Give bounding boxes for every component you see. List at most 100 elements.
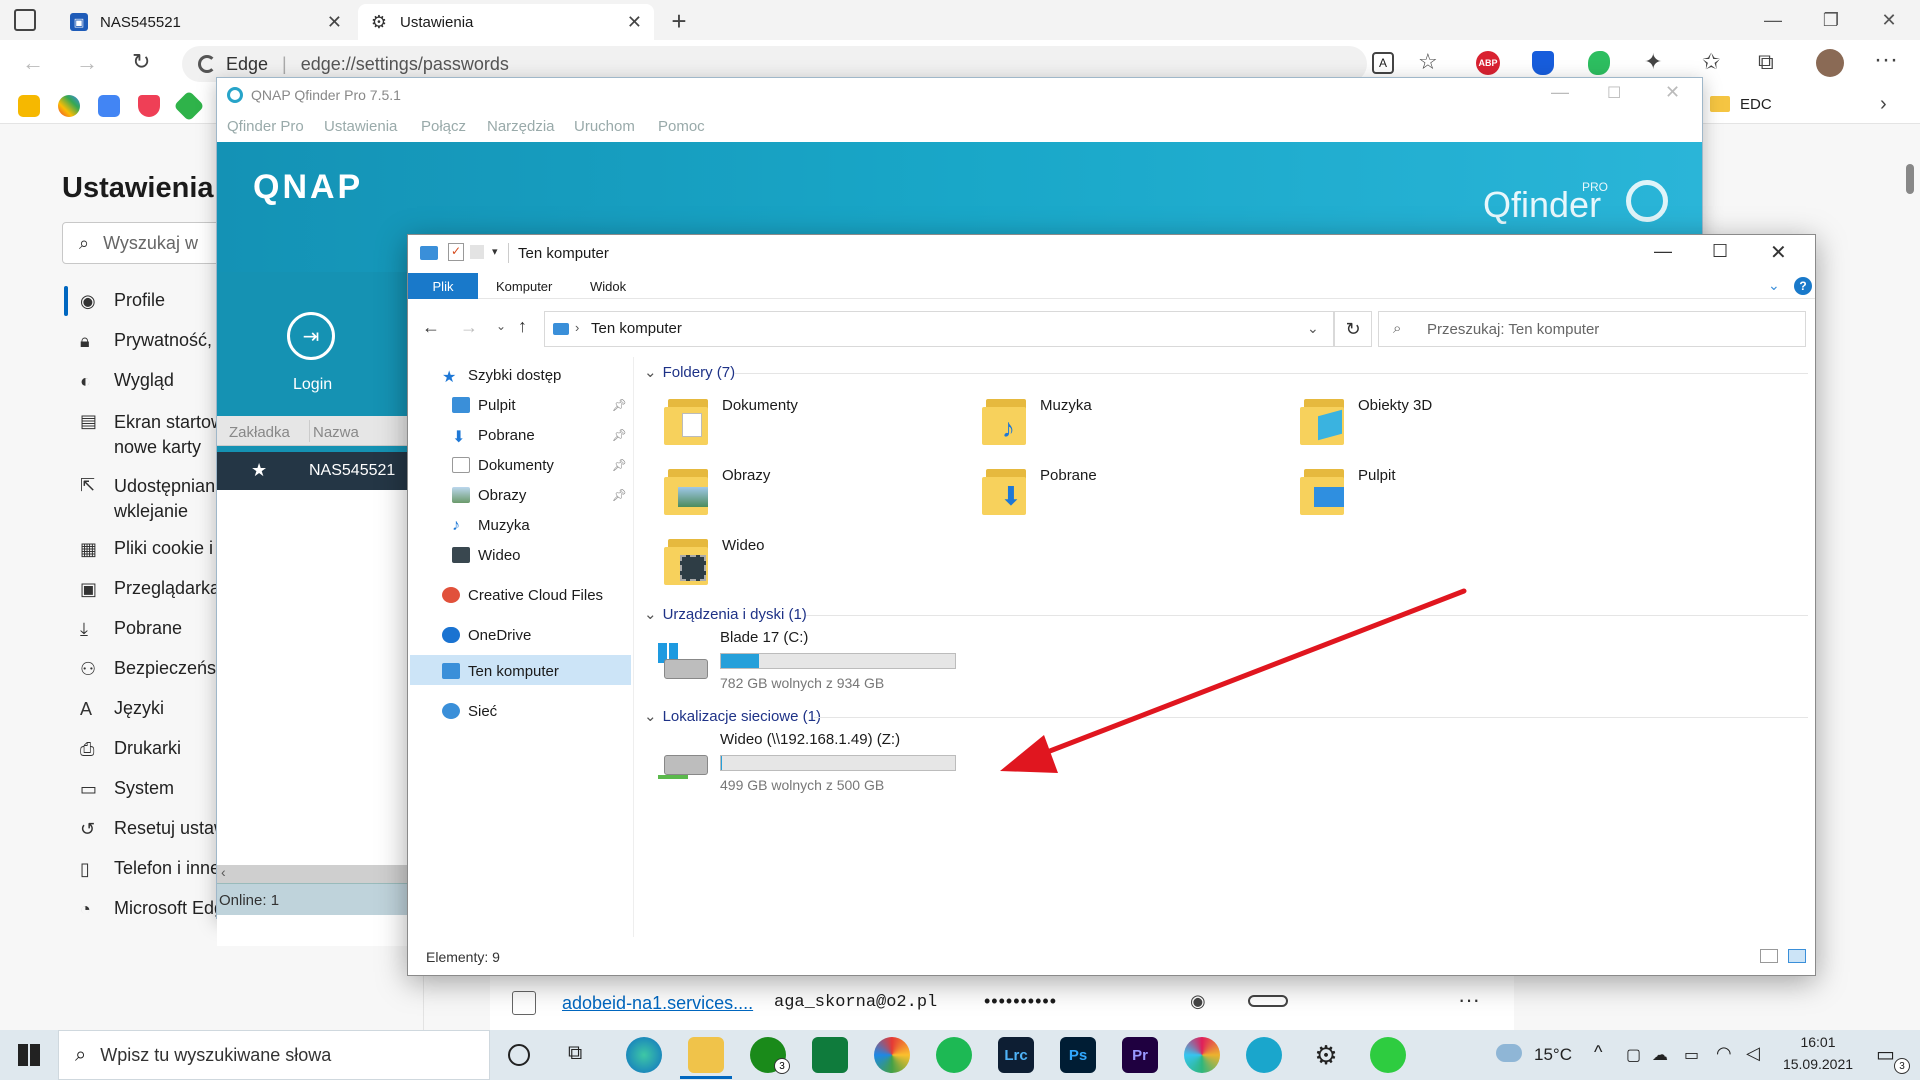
fav-photos-icon[interactable]: [58, 95, 80, 117]
new-folder-icon[interactable]: [470, 245, 484, 259]
onedrive-tray-icon[interactable]: ☁: [1652, 1045, 1668, 1065]
breadcrumb[interactable]: › Ten komputer ⌄: [544, 311, 1334, 347]
nav-creative-cloud[interactable]: Creative Cloud Files: [442, 583, 603, 607]
login-icon[interactable]: ⇥: [287, 312, 335, 360]
properties-icon[interactable]: ✓: [448, 243, 464, 261]
help-icon[interactable]: ?: [1794, 277, 1812, 295]
explorer-close-button[interactable]: ✕: [1770, 240, 1787, 265]
qfinder-device-row[interactable]: ★ NAS545521: [217, 452, 410, 490]
customize-qat-icon[interactable]: ▾: [492, 245, 498, 258]
evernote-icon[interactable]: [1588, 51, 1610, 75]
explorer-search-input[interactable]: ⌕ Przeszukaj: Ten komputer: [1378, 311, 1806, 347]
fav-folder-label[interactable]: EDC: [1740, 96, 1772, 113]
taskbar-search-input[interactable]: ⌕ Wpisz tu wyszukiwane słowa: [58, 1030, 490, 1080]
edge-taskbar-icon[interactable]: [626, 1037, 662, 1073]
clock-time[interactable]: 16:01: [1786, 1034, 1850, 1050]
task-view-icon[interactable]: ⧉: [568, 1042, 582, 1065]
nav-up-icon[interactable]: ↑: [518, 316, 527, 337]
battery-icon[interactable]: ▭: [1684, 1045, 1699, 1065]
tab-actions-icon[interactable]: [14, 9, 36, 31]
explorer-minimize-button[interactable]: —: [1654, 241, 1672, 262]
explorer-taskbar-icon[interactable]: [688, 1037, 724, 1073]
extensions-icon[interactable]: ✦: [1644, 49, 1662, 75]
sidebar-item-share[interactable]: ⇱ Udostępnian wklejanie: [80, 474, 215, 524]
tab-nas[interactable]: ▣ NAS545521 ✕: [58, 4, 354, 40]
folder-desktop[interactable]: Pulpit: [1300, 463, 1396, 515]
app-taskbar-icon[interactable]: [1370, 1037, 1406, 1073]
nav-back-icon[interactable]: ←: [422, 317, 440, 338]
meet-now-icon[interactable]: ▢: [1626, 1045, 1641, 1065]
scroll-left-icon[interactable]: ‹: [221, 864, 226, 880]
collapse-icon[interactable]: ⌄: [644, 707, 657, 725]
nav-music[interactable]: ♪ Muzyka: [452, 513, 530, 537]
fav-pocket-icon[interactable]: [138, 95, 160, 117]
premiere-icon[interactable]: Pr: [1122, 1037, 1158, 1073]
explorer-maximize-button[interactable]: ☐: [1712, 241, 1728, 262]
sidebar-item-family[interactable]: ⚇ Bezpieczeńst: [80, 658, 221, 680]
slack-icon[interactable]: [1184, 1037, 1220, 1073]
refresh-button[interactable]: ↻: [1334, 311, 1372, 347]
davinci-icon[interactable]: [874, 1037, 910, 1073]
favorite-add-icon[interactable]: ☆: [1418, 49, 1438, 75]
menu-launch[interactable]: Uruchom: [574, 118, 635, 135]
qfinder-taskbar-icon[interactable]: [1246, 1037, 1282, 1073]
drive-c[interactable]: Blade 17 (C:) 782 GB wolnych z 934 GB: [656, 629, 976, 693]
spotify-icon[interactable]: [936, 1037, 972, 1073]
weather-icon[interactable]: [1496, 1044, 1522, 1062]
fav-calendar-icon[interactable]: [98, 95, 120, 117]
nav-pinned-pictures[interactable]: Obrazy 📌︎: [452, 483, 627, 507]
password-site-link[interactable]: adobeid-na1.services....: [562, 993, 753, 1014]
new-tab-icon[interactable]: +: [666, 6, 692, 36]
recent-locations-icon[interactable]: ⌄: [496, 319, 506, 333]
group-network[interactable]: ⌄ Lokalizacje sieciowe (1): [644, 707, 821, 726]
sidebar-item-default-browser[interactable]: ▣ Przeglądarka: [80, 578, 220, 600]
login-label[interactable]: Login: [293, 376, 332, 394]
lightroom-icon[interactable]: Lrc: [998, 1037, 1034, 1073]
collapse-icon[interactable]: ⌄: [644, 605, 657, 623]
folder-3d-objects[interactable]: Obiekty 3D: [1300, 393, 1432, 445]
cortana-icon[interactable]: [508, 1044, 530, 1066]
qfinder-maximize-button[interactable]: ☐: [1607, 83, 1621, 103]
settings-gear-icon[interactable]: ⚙: [1308, 1037, 1344, 1073]
qfinder-hscrollbar[interactable]: ‹: [217, 864, 410, 883]
nav-videos[interactable]: Wideo: [452, 543, 521, 567]
folder-documents[interactable]: Dokumenty: [664, 393, 798, 445]
menu-qfinder-pro[interactable]: Qfinder Pro: [227, 118, 304, 135]
avatar[interactable]: [1816, 49, 1844, 77]
pin-icon[interactable]: 📌︎: [612, 458, 627, 472]
ribbon-tab-view[interactable]: Widok: [590, 279, 626, 294]
close-tab-icon[interactable]: ✕: [327, 12, 342, 33]
bitwarden-icon[interactable]: [1532, 51, 1554, 75]
sidebar-item-cookies[interactable]: ▦ Pliki cookie i: [80, 538, 213, 560]
qfinder-minimize-button[interactable]: —: [1551, 82, 1569, 103]
sidebar-item-start[interactable]: ▤ Ekran startow nowe karty: [80, 410, 224, 460]
minimize-button[interactable]: —: [1744, 0, 1802, 40]
nav-pinned-documents[interactable]: Dokumenty 📌︎: [452, 453, 627, 477]
sidebar-item-printers[interactable]: ⎙ Drukarki: [80, 738, 181, 760]
volume-icon[interactable]: ◁: [1746, 1043, 1760, 1064]
large-icons-view-icon[interactable]: [1788, 949, 1806, 963]
column-name[interactable]: Nazwa: [313, 424, 359, 441]
restore-button[interactable]: ❐: [1802, 0, 1860, 40]
nav-pinned-desktop[interactable]: Pulpit 📌︎: [452, 393, 627, 417]
nav-network[interactable]: Sieć: [442, 699, 497, 723]
adblock-icon[interactable]: ABP: [1476, 51, 1500, 75]
fav-bookmark-1-icon[interactable]: [18, 95, 40, 117]
notifications-icon[interactable]: ▭: [1876, 1042, 1895, 1067]
refresh-icon[interactable]: ↻: [132, 49, 150, 75]
more-menu-icon[interactable]: ···: [1874, 46, 1898, 74]
ribbon-tab-computer[interactable]: Komputer: [496, 279, 552, 294]
sidebar-item-appearance[interactable]: ◐ Wygląd: [80, 370, 174, 392]
menu-help[interactable]: Pomoc: [658, 118, 705, 135]
address-dropdown-icon[interactable]: ⌄: [1307, 320, 1319, 337]
collapse-icon[interactable]: ⌄: [644, 363, 657, 381]
fav-feedly-icon[interactable]: [173, 90, 205, 122]
show-hidden-icons-icon[interactable]: ^: [1594, 1042, 1602, 1063]
folder-pictures[interactable]: Obrazy: [664, 463, 770, 515]
star-icon[interactable]: ★: [251, 460, 267, 481]
menu-settings[interactable]: Ustawienia: [324, 118, 397, 135]
read-aloud-icon[interactable]: A: [1372, 52, 1394, 74]
show-password-icon[interactable]: ◉: [1190, 991, 1206, 1012]
nav-forward-icon[interactable]: →: [460, 317, 478, 338]
nav-quick-access[interactable]: ★ Szybki dostęp: [442, 363, 561, 387]
